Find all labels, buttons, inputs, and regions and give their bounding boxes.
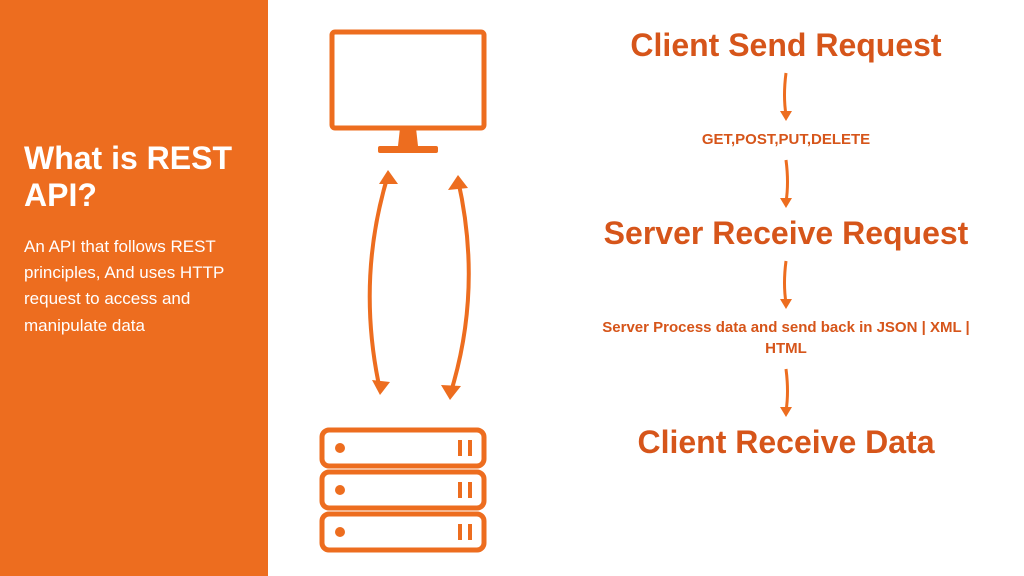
sidebar-description: An API that follows REST principles, And… bbox=[24, 234, 244, 339]
flow-step-1: Client Send Request bbox=[630, 28, 941, 63]
flow-sub-2: Server Process data and send back in JSO… bbox=[548, 317, 1024, 359]
monitor-icon bbox=[328, 28, 488, 158]
sidebar: What is REST API? An API that follows RE… bbox=[0, 0, 268, 576]
flow-sub-1: GET,POST,PUT,DELETE bbox=[662, 129, 910, 150]
flow-arrow-icon bbox=[777, 71, 795, 123]
flow-step-3: Client Receive Data bbox=[637, 425, 934, 460]
diagram-middle bbox=[268, 0, 548, 576]
flow-step-2: Server Receive Request bbox=[604, 216, 969, 251]
flow-panel: Client Send Request GET,POST,PUT,DELETE … bbox=[548, 0, 1024, 576]
flow-arrow-icon bbox=[777, 259, 795, 311]
arrow-up-icon bbox=[438, 170, 488, 400]
sidebar-title: What is REST API? bbox=[24, 140, 244, 214]
server-icon bbox=[318, 426, 488, 556]
flow-arrow-icon bbox=[777, 367, 795, 419]
flow-arrow-icon bbox=[777, 158, 795, 210]
arrow-down-icon bbox=[348, 170, 398, 400]
